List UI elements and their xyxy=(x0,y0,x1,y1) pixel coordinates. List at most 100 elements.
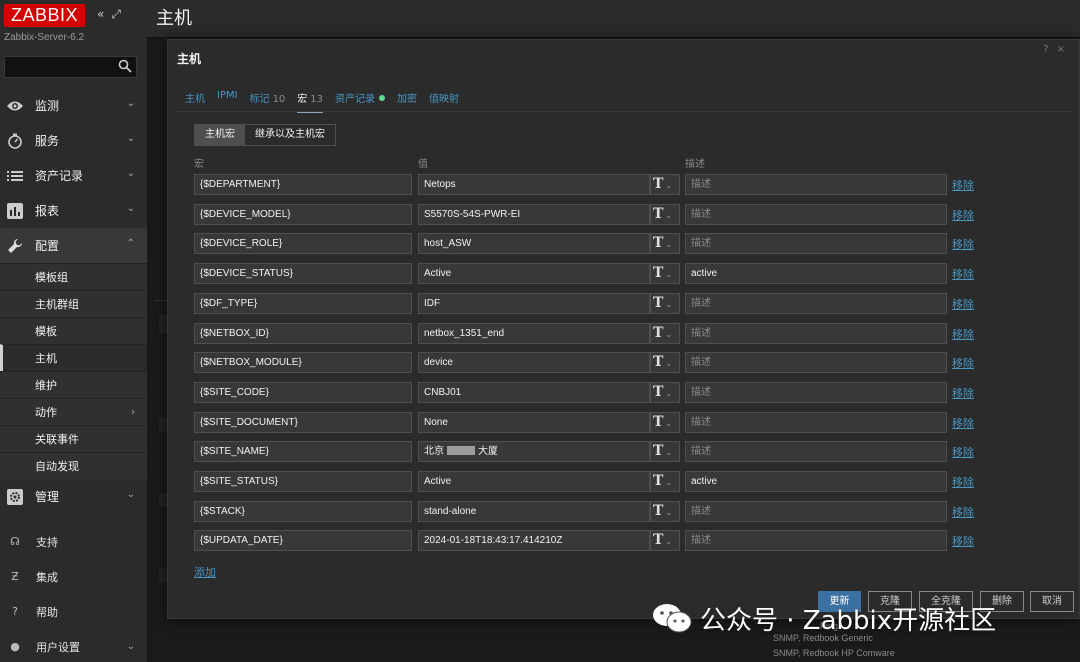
macro-value-input[interactable]: device xyxy=(418,352,650,374)
macro-value-input[interactable]: stand-alone xyxy=(418,500,650,522)
value-type-dropdown[interactable]: T ⌄ xyxy=(650,500,680,522)
value-type-dropdown[interactable]: T ⌄ xyxy=(650,233,680,255)
macro-value-input[interactable]: Netops xyxy=(418,174,650,195)
nav-services[interactable]: 服务 ⌄ xyxy=(0,123,147,158)
nav-monitoring[interactable]: 监测 ⌄ xyxy=(0,88,147,123)
nav-help[interactable]: ? 帮助 xyxy=(0,594,147,629)
remove-macro-link[interactable]: 移除 xyxy=(952,415,974,431)
value-type-dropdown[interactable]: T ⌄ xyxy=(650,411,680,433)
macro-description-input[interactable]: 描述 xyxy=(685,233,947,255)
macro-name-input[interactable]: {$DEPARTMENT} xyxy=(194,174,412,195)
remove-macro-link[interactable]: 移除 xyxy=(952,355,974,371)
remove-macro-link[interactable]: 移除 xyxy=(952,177,974,193)
value-type-dropdown[interactable]: T ⌄ xyxy=(650,174,680,195)
inherited-macros-option[interactable]: 继承以及主机宏 xyxy=(245,125,335,145)
sub-template-groups[interactable]: 模板组 xyxy=(0,263,147,290)
sub-discovery[interactable]: 自动发现 xyxy=(0,452,147,479)
nav-integrations[interactable]: Ƶ 集成 xyxy=(0,559,147,594)
nav-user-settings[interactable]: ● 用户设置 ⌄ xyxy=(0,629,147,662)
macro-description-input[interactable]: active xyxy=(685,263,947,285)
macro-description-input[interactable]: 描述 xyxy=(685,292,947,314)
tab-ipmi[interactable]: IPMI xyxy=(217,90,238,113)
collapse-icon[interactable]: « xyxy=(97,7,111,21)
macro-value-input[interactable]: None xyxy=(418,411,650,433)
remove-macro-link[interactable]: 移除 xyxy=(952,296,974,312)
remove-macro-link[interactable]: 移除 xyxy=(952,444,974,460)
nav-administration[interactable]: 管理 ⌄ xyxy=(0,479,147,514)
remove-macro-link[interactable]: 移除 xyxy=(952,266,974,282)
host-macros-option[interactable]: 主机宏 xyxy=(195,125,245,145)
sub-correlation[interactable]: 关联事件 xyxy=(0,425,147,452)
value-type-dropdown[interactable]: T ⌄ xyxy=(650,352,680,374)
macro-name-input[interactable]: {$NETBOX_ID} xyxy=(194,322,412,344)
macro-value-input[interactable]: 北京 大厦 xyxy=(418,441,650,463)
cancel-button[interactable]: 取消 xyxy=(1030,591,1074,612)
macro-value-input[interactable]: host_ASW xyxy=(418,233,650,255)
macro-name-input[interactable]: {$DEVICE_MODEL} xyxy=(194,203,412,225)
value-type-dropdown[interactable]: T ⌄ xyxy=(650,263,680,285)
tab-value-mapping[interactable]: 值映射 xyxy=(429,90,459,113)
macro-name-input[interactable]: {$DEVICE_STATUS} xyxy=(194,263,412,285)
close-icon[interactable]: × xyxy=(1057,44,1073,55)
macro-name-input[interactable]: {$UPDATA_DATE} xyxy=(194,530,412,552)
remove-macro-link[interactable]: 移除 xyxy=(952,504,974,520)
macro-name-input[interactable]: {$SITE_DOCUMENT} xyxy=(194,411,412,433)
value-type-dropdown[interactable]: T ⌄ xyxy=(650,322,680,344)
sub-templates[interactable]: 模板 xyxy=(0,317,147,344)
macro-description-input[interactable]: 描述 xyxy=(685,174,947,195)
macro-description-input[interactable]: 描述 xyxy=(685,203,947,225)
tab-macros[interactable]: 宏 13 xyxy=(297,90,324,113)
macro-description-input[interactable]: 描述 xyxy=(685,500,947,522)
remove-macro-link[interactable]: 移除 xyxy=(952,326,974,342)
tab-tags[interactable]: 标记 10 xyxy=(250,90,286,113)
macro-description-input[interactable]: 描述 xyxy=(685,530,947,552)
nav-inventory[interactable]: 资产记录 ⌄ xyxy=(0,158,147,193)
macro-description-input[interactable]: 描述 xyxy=(685,322,947,344)
macro-value-input[interactable]: Active xyxy=(418,471,650,492)
help-icon[interactable]: ? xyxy=(1043,44,1056,55)
macro-value-input[interactable]: 2024-01-18T18:43:17.414210Z xyxy=(418,530,650,552)
nav-reports[interactable]: 报表 ⌄ xyxy=(0,193,147,228)
macro-name-input[interactable]: {$STACK} xyxy=(194,500,412,522)
tab-encryption[interactable]: 加密 xyxy=(397,90,417,113)
remove-macro-link[interactable]: 移除 xyxy=(952,236,974,252)
tab-host[interactable]: 主机 xyxy=(185,90,205,113)
macro-name-input[interactable]: {$NETBOX_MODULE} xyxy=(194,352,412,374)
value-type-dropdown[interactable]: T ⌄ xyxy=(650,381,680,403)
macro-value-input[interactable]: S5570S-54S-PWR-EI xyxy=(418,203,650,225)
value-type-dropdown[interactable]: T ⌄ xyxy=(650,292,680,314)
kiosk-icon[interactable]: ⤢ xyxy=(111,7,128,21)
value-type-dropdown[interactable]: T ⌄ xyxy=(650,471,680,492)
macro-name-input[interactable]: {$SITE_CODE} xyxy=(194,381,412,403)
search-icon[interactable] xyxy=(118,59,132,73)
macro-value-input[interactable]: netbox_1351_end xyxy=(418,322,650,344)
add-macro-link[interactable]: 添加 xyxy=(194,564,216,580)
value-type-dropdown[interactable]: T ⌄ xyxy=(650,530,680,552)
macro-name-input[interactable]: {$DF_TYPE} xyxy=(194,292,412,314)
macro-name-input[interactable]: {$DEVICE_ROLE} xyxy=(194,233,412,255)
macro-description-input[interactable]: 描述 xyxy=(685,411,947,433)
tab-inventory[interactable]: 资产记录 xyxy=(335,90,386,113)
macro-name-input[interactable]: {$SITE_STATUS} xyxy=(194,471,412,492)
macro-value-input[interactable]: IDF xyxy=(418,292,650,314)
macro-description-input[interactable]: 描述 xyxy=(685,352,947,374)
macro-name-input[interactable]: {$SITE_NAME} xyxy=(194,441,412,463)
value-type-dropdown[interactable]: T ⌄ xyxy=(650,441,680,463)
macro-description-input[interactable]: 描述 xyxy=(685,441,947,463)
sub-hosts[interactable]: 主机 xyxy=(0,344,147,371)
remove-macro-link[interactable]: 移除 xyxy=(952,207,974,223)
nav-support[interactable]: ☊ 支持 xyxy=(0,524,147,559)
macro-value-input[interactable]: Active xyxy=(418,263,650,285)
search-input[interactable] xyxy=(4,56,137,78)
remove-macro-link[interactable]: 移除 xyxy=(952,385,974,401)
sub-maintenance[interactable]: 维护 xyxy=(0,371,147,398)
zabbix-logo[interactable]: ZABBIX xyxy=(4,4,85,27)
nav-configuration[interactable]: 配置 ⌃ xyxy=(0,228,147,263)
remove-macro-link[interactable]: 移除 xyxy=(952,474,974,490)
value-type-dropdown[interactable]: T ⌄ xyxy=(650,203,680,225)
remove-macro-link[interactable]: 移除 xyxy=(952,533,974,549)
sub-host-groups[interactable]: 主机群组 xyxy=(0,290,147,317)
sub-actions[interactable]: 动作 › xyxy=(0,398,147,425)
macro-description-input[interactable]: active xyxy=(685,471,947,492)
macro-value-input[interactable]: CNBJ01 xyxy=(418,381,650,403)
